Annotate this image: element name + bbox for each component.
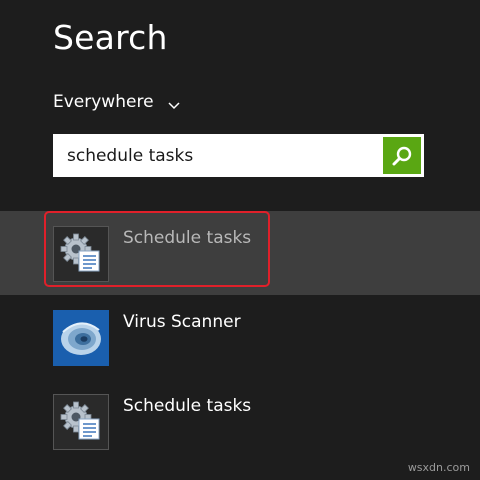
search-result-label: Virus Scanner [123,312,241,332]
search-scope-label: Everywhere [53,92,154,112]
search-result-item[interactable]: Schedule tasks [0,379,480,463]
search-result-label: Schedule tasks [123,396,252,416]
virus-scanner-icon [53,310,109,366]
search-result-item[interactable]: Virus Scanner [0,295,480,379]
search-result-label: Schedule tasks [123,228,252,248]
chevron-down-icon [168,96,180,110]
page-title: Search [53,18,168,57]
task-scheduler-icon [53,394,109,450]
watermark: wsxdn.com [407,461,470,474]
search-box [53,134,424,177]
search-result-item[interactable]: Schedule tasks [0,211,480,295]
task-scheduler-icon [53,226,109,282]
search-results-list: Schedule tasks Virus Scanner Schedule ta… [0,211,480,463]
search-button[interactable] [383,137,421,174]
search-input[interactable] [53,134,381,177]
search-icon [392,146,412,165]
search-scope-dropdown[interactable]: Everywhere [53,90,180,114]
search-charm-panel: Search Everywhere schedule tasks Schedul… [0,0,480,480]
